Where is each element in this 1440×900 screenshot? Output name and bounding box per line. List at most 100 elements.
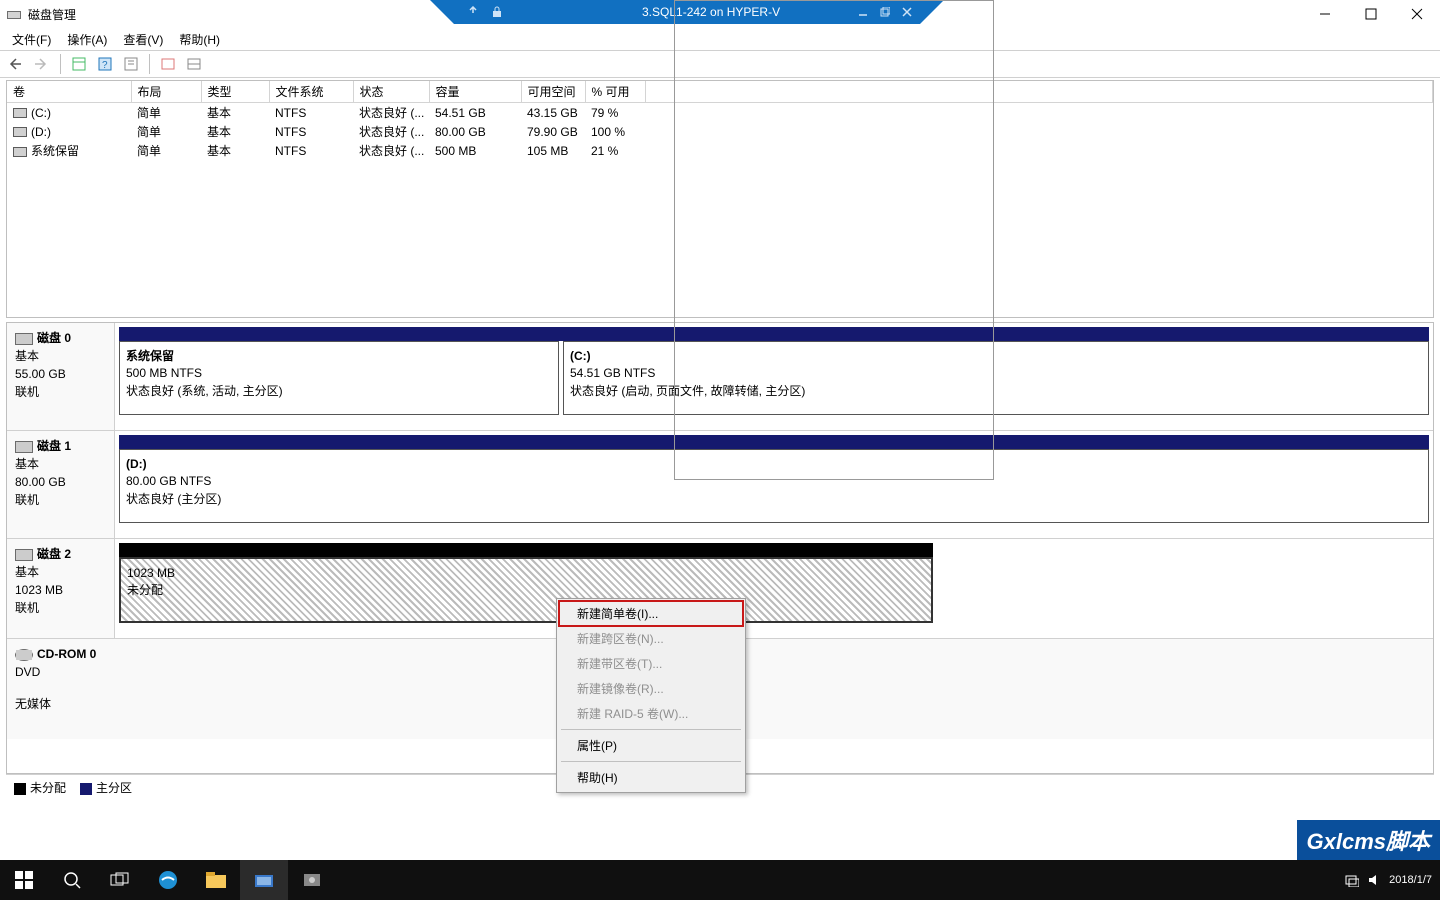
disk-1-status: 联机 xyxy=(15,491,106,509)
vm-title: 3.SQL1-242 on HYPER-V xyxy=(512,5,880,19)
partition-status: 未分配 xyxy=(127,583,163,597)
partition-status: 状态良好 (主分区) xyxy=(126,492,221,506)
partition-title: (D:) xyxy=(126,457,147,471)
disk-0-status: 联机 xyxy=(15,383,106,401)
partition-size: 1023 MB xyxy=(127,566,175,580)
volume-icon xyxy=(13,147,27,157)
col-layout[interactable]: 布局 xyxy=(131,81,201,103)
disk-0-type: 基本 xyxy=(15,347,106,365)
partition-title: (C:) xyxy=(570,349,591,363)
toolbar-btn-4[interactable] xyxy=(156,53,180,75)
maximize-button[interactable] xyxy=(1348,0,1394,28)
disk-2-size: 1023 MB xyxy=(15,581,106,599)
disk-2-type: 基本 xyxy=(15,563,106,581)
toolbar-btn-3[interactable] xyxy=(119,53,143,75)
menu-new-spanned-volume: 新建跨区卷(N)... xyxy=(559,626,743,651)
vm-lock-icon[interactable] xyxy=(488,3,506,21)
vm-pin-icon[interactable] xyxy=(464,3,482,21)
taskbar-app[interactable] xyxy=(288,860,336,900)
vm-connection-bar: 3.SQL1-242 on HYPER-V xyxy=(430,0,944,24)
system-tray[interactable]: 2018/1/7 xyxy=(1345,873,1440,887)
table-row[interactable]: (C:)简单基本NTFS状态良好 (...54.51 GB43.15 GB79 … xyxy=(7,103,1433,123)
disk-0-header[interactable]: 磁盘 0 基本 55.00 GB 联机 xyxy=(7,323,115,430)
legend-unalloc-swatch xyxy=(14,783,26,795)
volume-icon xyxy=(13,108,27,118)
disk-icon xyxy=(15,333,33,345)
tray-volume-icon[interactable] xyxy=(1367,873,1381,887)
disk-1-stripe xyxy=(119,435,1429,449)
search-button[interactable] xyxy=(48,860,96,900)
disk-2-stripe xyxy=(119,543,933,557)
vm-minimize-icon[interactable] xyxy=(854,3,872,21)
app-icon xyxy=(6,6,22,22)
tray-network-icon[interactable] xyxy=(1345,873,1359,887)
partition-status: 状态良好 (启动, 页面文件, 故障转储, 主分区) xyxy=(570,384,805,398)
menu-help[interactable]: 帮助(H) xyxy=(171,29,228,50)
refresh-button[interactable]: ? xyxy=(93,53,117,75)
disk-2-header[interactable]: 磁盘 2 基本 1023 MB 联机 xyxy=(7,539,115,638)
close-button[interactable] xyxy=(1394,0,1440,28)
menu-properties[interactable]: 属性(P) xyxy=(559,733,743,758)
table-row[interactable]: (D:)简单基本NTFS状态良好 (...80.00 GB79.90 GB100… xyxy=(7,122,1433,141)
taskbar-ie[interactable] xyxy=(144,860,192,900)
partition-system-reserved[interactable]: 系统保留 500 MB NTFS 状态良好 (系统, 活动, 主分区) xyxy=(119,341,559,415)
tray-date[interactable]: 2018/1/7 xyxy=(1389,874,1432,886)
col-pct[interactable]: % 可用 xyxy=(585,81,645,103)
disk-1-header[interactable]: 磁盘 1 基本 80.00 GB 联机 xyxy=(7,431,115,538)
disk-0-name: 磁盘 0 xyxy=(37,331,71,345)
col-fs[interactable]: 文件系统 xyxy=(269,81,353,103)
watermark: Gxlcms脚本 xyxy=(1297,820,1440,860)
toolbar-btn-5[interactable] xyxy=(182,53,206,75)
back-button[interactable] xyxy=(4,53,28,75)
menubar: 文件(F) 操作(A) 查看(V) 帮助(H) xyxy=(0,28,1440,50)
partition-size: 500 MB NTFS xyxy=(126,366,202,380)
menu-file[interactable]: 文件(F) xyxy=(4,29,59,50)
disk-1-row: 磁盘 1 基本 80.00 GB 联机 (D:) 80.00 GB NTFS 状… xyxy=(7,431,1433,539)
menu-new-raid5-volume: 新建 RAID-5 卷(W)... xyxy=(559,701,743,726)
col-capacity[interactable]: 容量 xyxy=(429,81,521,103)
toolbar-btn-1[interactable] xyxy=(67,53,91,75)
disk-2-status: 联机 xyxy=(15,599,106,617)
partition-unallocated[interactable]: 1023 MB 未分配 xyxy=(119,557,933,623)
legend-primary-label: 主分区 xyxy=(96,781,132,795)
partition-title: 系统保留 xyxy=(126,349,174,363)
partition-size: 80.00 GB NTFS xyxy=(126,474,211,488)
disk-icon xyxy=(15,441,33,453)
volume-icon xyxy=(13,127,27,137)
menu-help[interactable]: 帮助(H) xyxy=(559,765,743,790)
legend-primary-swatch xyxy=(80,783,92,795)
disk-0-size: 55.00 GB xyxy=(15,365,106,383)
disk-0-stripe xyxy=(119,327,1429,341)
disk-icon xyxy=(15,549,33,561)
legend-unalloc-label: 未分配 xyxy=(30,781,66,795)
taskbar: 2018/1/7 xyxy=(0,860,1440,900)
vm-close-icon[interactable] xyxy=(898,3,916,21)
disk-2-name: 磁盘 2 xyxy=(37,547,71,561)
partition-d[interactable]: (D:) 80.00 GB NTFS 状态良好 (主分区) xyxy=(119,449,1429,523)
col-free[interactable]: 可用空间 xyxy=(521,81,585,103)
col-type[interactable]: 类型 xyxy=(201,81,269,103)
partition-c[interactable]: (C:) 54.51 GB NTFS 状态良好 (启动, 页面文件, 故障转储,… xyxy=(563,341,1429,415)
menu-action[interactable]: 操作(A) xyxy=(59,29,115,50)
minimize-button[interactable] xyxy=(1302,0,1348,28)
table-row[interactable]: 系统保留简单基本NTFS状态良好 (...500 MB105 MB21 % xyxy=(7,141,1433,160)
col-status[interactable]: 状态 xyxy=(353,81,429,103)
menu-view[interactable]: 查看(V) xyxy=(115,29,171,50)
forward-button[interactable] xyxy=(30,53,54,75)
start-button[interactable] xyxy=(0,860,48,900)
svg-text:?: ? xyxy=(102,60,108,71)
context-menu: 新建简单卷(I)... 新建跨区卷(N)... 新建带区卷(T)... 新建镜像… xyxy=(556,598,746,793)
partition-status: 状态良好 (系统, 活动, 主分区) xyxy=(126,384,283,398)
taskview-button[interactable] xyxy=(96,860,144,900)
toolbar: ? xyxy=(0,50,1440,78)
window-controls xyxy=(1302,0,1440,28)
disk-1-name: 磁盘 1 xyxy=(37,439,71,453)
volume-list[interactable]: 卷 布局 类型 文件系统 状态 容量 可用空间 % 可用 (C:)简单基本NTF… xyxy=(6,80,1434,318)
taskbar-explorer[interactable] xyxy=(192,860,240,900)
col-volume[interactable]: 卷 xyxy=(7,81,131,103)
menu-new-simple-volume[interactable]: 新建简单卷(I)... xyxy=(559,601,743,626)
vm-restore-icon[interactable] xyxy=(876,3,894,21)
taskbar-diskmgmt[interactable] xyxy=(240,860,288,900)
menu-new-mirror-volume: 新建镜像卷(R)... xyxy=(559,676,743,701)
menu-new-striped-volume: 新建带区卷(T)... xyxy=(559,651,743,676)
